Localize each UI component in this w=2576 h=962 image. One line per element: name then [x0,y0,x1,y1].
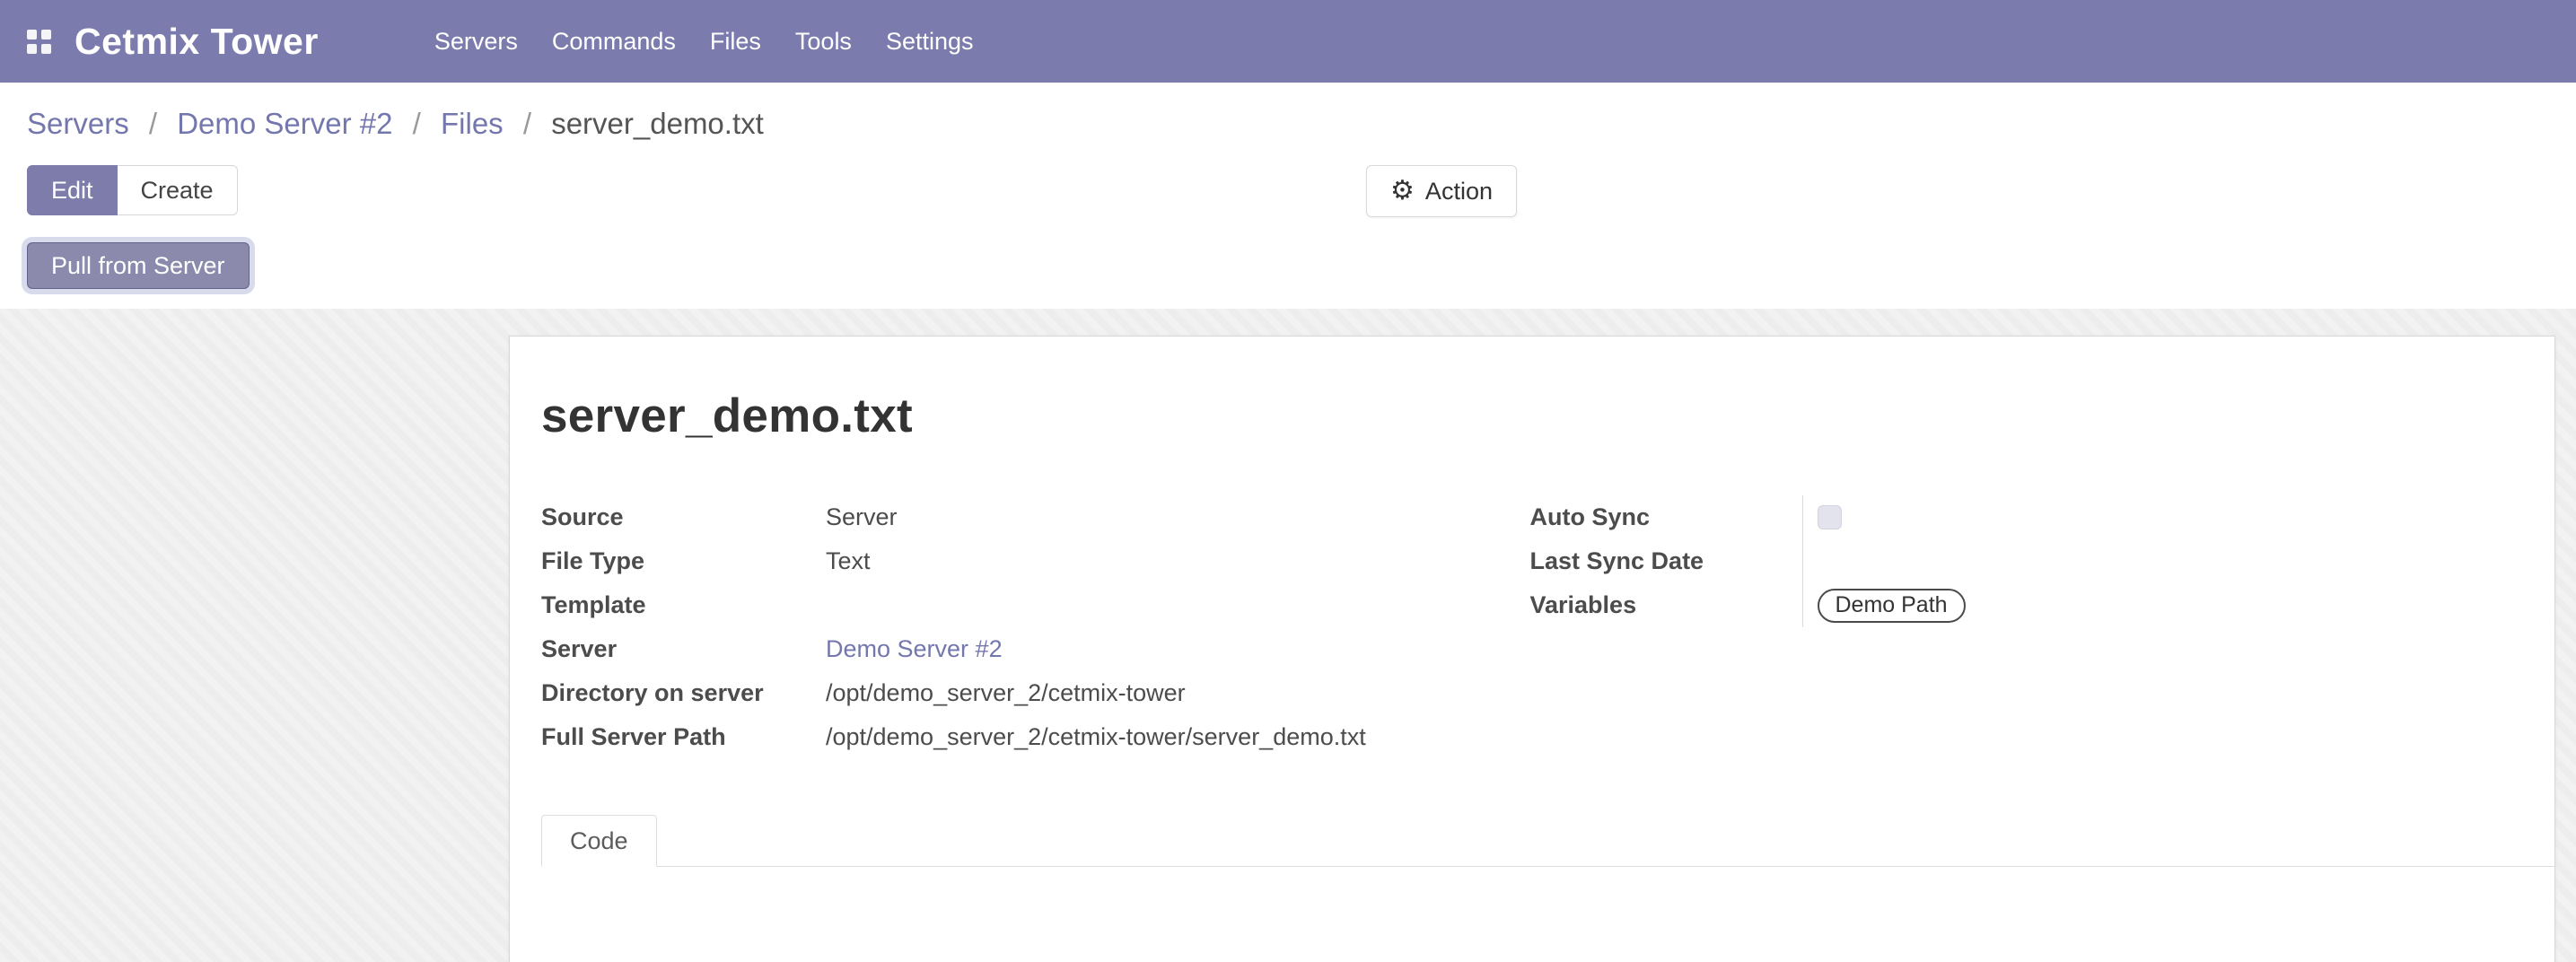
auto-sync-checkbox[interactable] [1818,505,1842,529]
field-label: Source [541,503,826,531]
field-row-last-sync-date: Last Sync Date [1530,539,2519,583]
code-tab-content [541,867,2519,962]
field-column-right: Auto Sync Last Sync Date Variables Demo … [1530,495,2519,759]
field-row-source: Source Server [541,495,1530,539]
field-row-full-path: Full Server Path /opt/demo_server_2/cetm… [541,715,1530,759]
form-sheet: server_demo.txt Source Server File Type … [509,336,2555,962]
breadcrumb: Servers / Demo Server #2 / Files / serve… [27,106,2549,142]
menu-servers[interactable]: Servers [417,0,535,83]
edit-button[interactable]: Edit [27,165,118,215]
variable-tag-demo-path: Demo Path [1818,589,1966,623]
top-menu: Servers Commands Files Tools Settings [417,0,991,83]
breadcrumb-current: server_demo.txt [551,107,764,140]
gear-icon: ⚙ [1390,178,1415,205]
tab-code[interactable]: Code [541,815,657,867]
field-value-file-type: Text [826,547,871,575]
server-link[interactable]: Demo Server #2 [826,635,1003,663]
field-value-full-path: /opt/demo_server_2/cetmix-tower/server_d… [826,723,1366,751]
field-value-variables: Demo Path [1802,583,2519,627]
field-value-directory: /opt/demo_server_2/cetmix-tower [826,679,1186,707]
field-label: Last Sync Date [1530,547,1802,575]
object-buttons-row: Pull from Server [27,242,2549,289]
breadcrumb-demo-server-2[interactable]: Demo Server #2 [177,107,392,140]
menu-commands[interactable]: Commands [535,0,693,83]
action-menu-button[interactable]: ⚙ Action [1366,165,1517,217]
field-value-last-sync-date [1802,539,2519,583]
notebook-tabs: Code [541,815,2554,867]
control-panel-buttons: Edit Create ⚙ Action [27,165,2549,217]
top-navbar: Cetmix Tower Servers Commands Files Tool… [0,0,2576,83]
field-row-server: Server Demo Server #2 [541,627,1530,671]
file-name-title: server_demo.txt [541,389,2519,443]
field-group: Source Server File Type Text Template Se… [541,495,2519,759]
app-title[interactable]: Cetmix Tower [74,21,319,63]
field-label: Directory on server [541,679,826,707]
menu-files[interactable]: Files [693,0,778,83]
edit-create-group: Edit Create [27,165,238,215]
field-label: Auto Sync [1530,503,1802,531]
breadcrumb-separator: / [149,107,157,140]
field-label: Server [541,635,826,663]
menu-settings[interactable]: Settings [869,0,991,83]
field-label: Template [541,591,826,619]
create-button[interactable]: Create [118,165,238,215]
pull-from-server-button[interactable]: Pull from Server [27,242,250,289]
field-value-source: Server [826,503,898,531]
field-row-file-type: File Type Text [541,539,1530,583]
apps-menu-button[interactable] [27,30,51,54]
field-row-auto-sync: Auto Sync [1530,495,2519,539]
apps-grid-icon [27,30,51,54]
field-column-left: Source Server File Type Text Template Se… [541,495,1530,759]
breadcrumb-files[interactable]: Files [441,107,504,140]
content-area: server_demo.txt Source Server File Type … [0,309,2576,962]
breadcrumb-servers[interactable]: Servers [27,107,129,140]
menu-tools[interactable]: Tools [778,0,869,83]
field-label: Full Server Path [541,723,826,751]
field-label: File Type [541,547,826,575]
field-value-auto-sync [1802,495,2519,539]
breadcrumb-separator: / [413,107,421,140]
field-row-template: Template [541,583,1530,627]
breadcrumb-separator: / [523,107,531,140]
field-row-directory: Directory on server /opt/demo_server_2/c… [541,671,1530,715]
action-button-label: Action [1425,178,1493,206]
field-label: Variables [1530,591,1802,619]
control-panel: Servers / Demo Server #2 / Files / serve… [0,83,2576,309]
field-row-variables: Variables Demo Path [1530,583,2519,627]
